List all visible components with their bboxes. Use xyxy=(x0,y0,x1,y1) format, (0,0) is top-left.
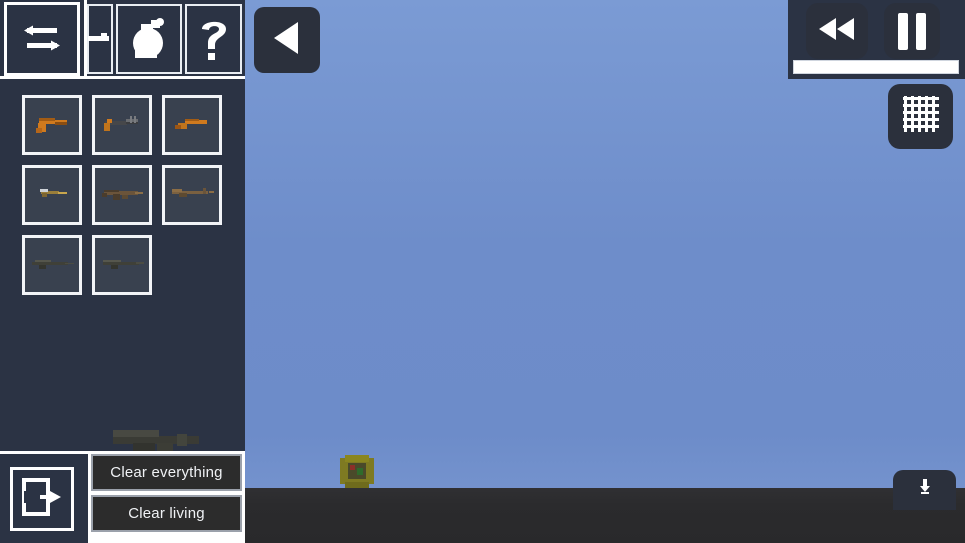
triangle-left-icon xyxy=(270,19,304,62)
assault-rifle-sprite xyxy=(102,190,143,200)
swap-arrows-icon xyxy=(21,22,63,56)
pause-bar-right xyxy=(916,12,926,50)
crate-detail-green xyxy=(357,468,363,475)
item-shotgun[interactable] xyxy=(162,165,222,225)
game-screen: Clear everything Clear living xyxy=(0,0,965,543)
entity-crate[interactable] xyxy=(340,455,374,488)
exit-door-icon xyxy=(21,477,63,522)
item-smg[interactable] xyxy=(22,165,82,225)
crate-top xyxy=(345,455,369,462)
clear-living-button[interactable]: Clear living xyxy=(91,495,242,532)
pause-bar-left xyxy=(898,12,908,50)
sidebar-bottom-bar: Clear everything Clear living xyxy=(0,451,245,543)
spawn-menu-tab[interactable] xyxy=(893,470,956,510)
clear-actions-panel: Clear everything Clear living xyxy=(88,451,245,543)
grid-toggle-button[interactable] xyxy=(888,84,953,149)
collapse-panel-button[interactable] xyxy=(254,7,320,73)
item-sawn-off[interactable] xyxy=(162,95,222,155)
sawn-off-sprite xyxy=(175,119,207,129)
pause-icon xyxy=(898,12,926,50)
item-sniper[interactable] xyxy=(22,235,82,295)
tab-help[interactable] xyxy=(185,4,242,74)
left-sidebar: Clear everything Clear living xyxy=(0,0,245,543)
download-icon xyxy=(918,479,932,500)
crate-bottom xyxy=(345,482,369,488)
item-assault-rifle[interactable] xyxy=(92,165,152,225)
crate-detail-red xyxy=(350,465,355,470)
timeline-progress-bar[interactable] xyxy=(793,60,959,74)
sidebar-tabstrip xyxy=(0,0,245,79)
item-pistol[interactable] xyxy=(22,95,82,155)
arrow-right-icon xyxy=(88,27,112,51)
tab-arrow[interactable] xyxy=(87,4,113,74)
sniper-sprite xyxy=(32,260,74,269)
exit-button[interactable] xyxy=(10,467,74,531)
grid-icon xyxy=(902,95,940,138)
item-rifle[interactable] xyxy=(92,235,152,295)
machine-pistol-sprite xyxy=(104,116,138,131)
question-mark-icon xyxy=(197,16,231,62)
item-machine-pistol[interactable] xyxy=(92,95,152,155)
pistol-sprite xyxy=(36,118,67,133)
grenade-icon xyxy=(127,16,171,62)
rifle-sprite xyxy=(103,260,144,269)
rewind-icon xyxy=(817,16,857,47)
smg-sprite xyxy=(40,189,67,197)
rewind-button[interactable] xyxy=(806,3,868,59)
clear-everything-button[interactable]: Clear everything xyxy=(91,454,242,491)
tabstrip-underline xyxy=(0,76,245,79)
tab-transfer[interactable] xyxy=(4,2,80,76)
tab-grenade[interactable] xyxy=(116,4,182,74)
pause-button[interactable] xyxy=(884,3,940,59)
shotgun-sprite xyxy=(172,188,214,197)
